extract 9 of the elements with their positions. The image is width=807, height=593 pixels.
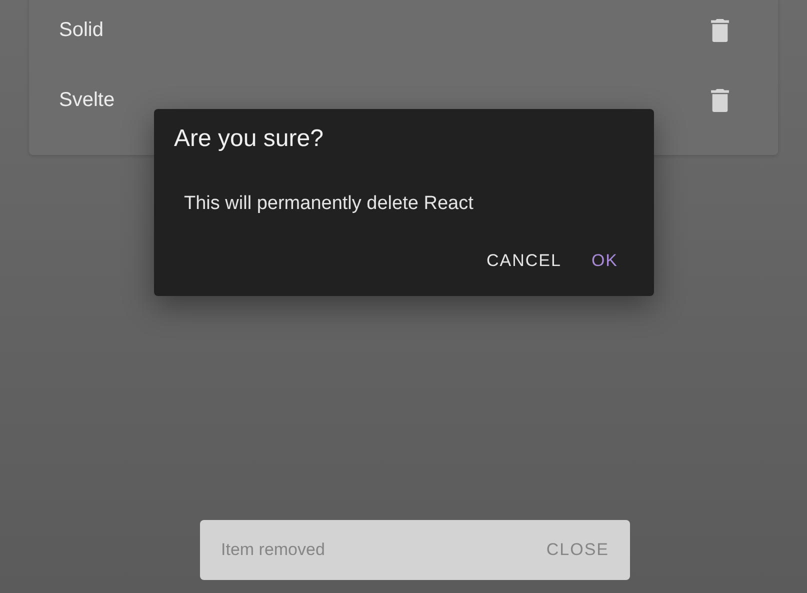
snackbar-message: Item removed [221, 540, 325, 560]
cancel-button[interactable]: CANCEL [486, 251, 562, 271]
dialog-title: Are you sure? [174, 125, 324, 153]
trash-icon[interactable] [711, 18, 729, 42]
dialog-message: This will permanently delete React [184, 193, 474, 215]
list-item-label: Solid [59, 18, 104, 42]
trash-icon[interactable] [711, 88, 729, 112]
ok-button[interactable]: OK [591, 251, 618, 271]
list-item-label: Svelte [59, 88, 115, 112]
